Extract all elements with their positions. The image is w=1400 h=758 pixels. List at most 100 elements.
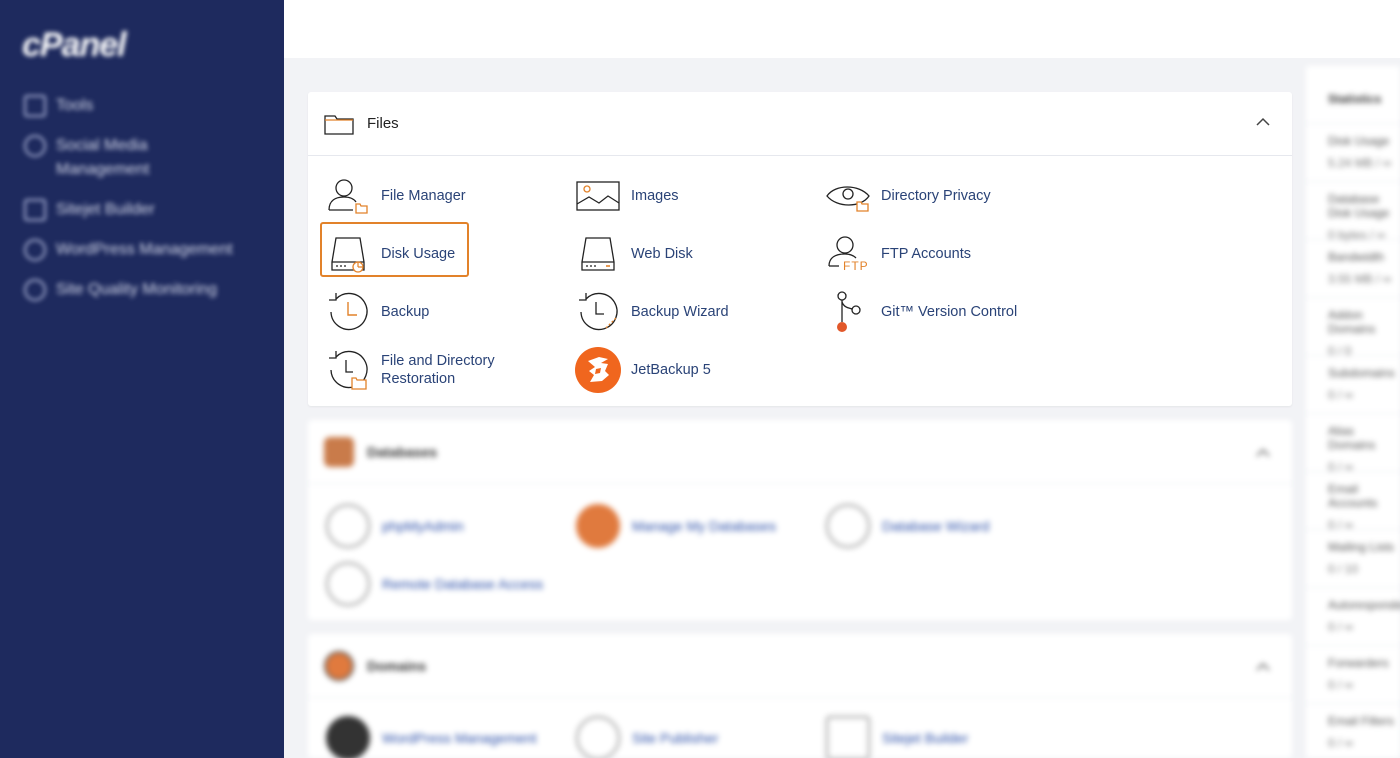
databases-panel: Databases phpMyAdmin Manage My Databases… (308, 420, 1292, 620)
directory-privacy-icon (826, 186, 870, 212)
chevron-up-icon[interactable] (1256, 448, 1270, 458)
files-panel: Files File Manager Images Directory Priv… (308, 92, 1292, 406)
sitejet-icon (24, 199, 46, 221)
site-publisher-icon (576, 716, 620, 758)
web-disk-icon (581, 237, 615, 271)
statistics-title: Statistics (1328, 92, 1382, 106)
web-disk-label: Web Disk (631, 246, 693, 262)
file-manager-icon (328, 179, 368, 214)
stat-value: 3.55 MB / ∞ (1328, 272, 1392, 286)
stat-row: Disk Usage 5.24 MB / ∞ (1306, 124, 1400, 182)
ftp-accounts-label: FTP Accounts (881, 246, 971, 262)
wordpress-icon (326, 716, 370, 758)
phpmyadmin-icon (326, 504, 370, 548)
domains-icon (324, 650, 354, 681)
manage-databases-icon (576, 504, 620, 548)
git-icon (837, 291, 861, 332)
manage-databases-link[interactable]: Manage My Databases (576, 504, 776, 548)
backup-link[interactable]: Backup (324, 288, 429, 336)
stat-label: Autoresponders (1328, 598, 1400, 612)
jetbackup-link[interactable]: JetBackup 5 (574, 346, 711, 394)
cpanel-logo[interactable]: cPanel (22, 26, 127, 65)
sidebar-item-label: Tools (56, 97, 94, 114)
folder-icon (324, 114, 354, 135)
disk-usage-link[interactable]: Disk Usage (324, 230, 455, 278)
stat-label: Forwarders (1328, 656, 1389, 670)
file-directory-restoration-link[interactable]: File and Directory Restoration (324, 346, 511, 394)
file-directory-restoration-label: File and Directory Restoration (381, 353, 495, 387)
backup-wizard-icon (579, 292, 618, 331)
stat-label: Mailing Lists (1328, 540, 1395, 554)
stat-label: Alias Domains (1328, 424, 1376, 452)
stat-row: Autoresponders 0 / ∞ (1306, 588, 1400, 646)
domains-panel-header[interactable]: Domains (308, 634, 1292, 698)
images-label: Images (631, 188, 679, 204)
sitejet-builder-icon (826, 716, 870, 758)
stat-value: 0 / ∞ (1328, 620, 1354, 634)
stat-value: 0 / ∞ (1328, 736, 1354, 750)
databases-panel-title: Databases (367, 443, 438, 460)
database-wizard-link[interactable]: Database Wizard (826, 504, 989, 548)
files-panel-header[interactable]: Files (308, 92, 1292, 156)
wordpress-management-link[interactable]: WordPress Management (326, 716, 537, 758)
git-version-control-link[interactable]: Git™ Version Control (824, 288, 1017, 336)
stat-row: Mailing Lists 0 / 10 (1306, 530, 1400, 588)
jetbackup-icon (575, 347, 621, 393)
stat-label: Email Filters (1328, 714, 1395, 728)
files-panel-title: Files (367, 115, 399, 132)
backup-icon (329, 292, 368, 331)
database-wizard-label: Database Wizard (882, 518, 990, 534)
sidebar-item-tools[interactable]: Tools (24, 94, 233, 118)
sitejet-builder-link[interactable]: Sitejet Builder (826, 716, 968, 758)
site-publisher-link[interactable]: Site Publisher (576, 716, 718, 758)
sidebar-item-wordpress[interactable]: WordPress Management (24, 238, 233, 262)
ftp-accounts-link[interactable]: FTP FTP Accounts (824, 230, 971, 278)
phpmyadmin-label: phpMyAdmin (382, 518, 464, 534)
main-content: Files File Manager Images Directory Priv… (308, 92, 1292, 406)
site-quality-icon (24, 279, 46, 301)
database-icon (324, 436, 354, 467)
sidebar: cPanel Tools Social Media Management Sit… (0, 0, 284, 758)
stat-row: Email Filters 0 / ∞ (1306, 704, 1400, 758)
chevron-up-icon[interactable] (1256, 117, 1270, 127)
stat-label: Addon Domains (1328, 308, 1376, 336)
stat-row: Alias Domains 0 / ∞ (1306, 414, 1400, 474)
backup-wizard-link[interactable]: Backup Wizard (574, 288, 729, 336)
restoration-icon (329, 350, 368, 390)
database-wizard-icon (826, 504, 870, 548)
images-link[interactable]: Images (574, 172, 679, 220)
directory-privacy-label: Directory Privacy (881, 188, 991, 204)
remote-database-icon (326, 562, 370, 606)
domains-panel: Domains WordPress Management Site Publis… (308, 634, 1292, 758)
statistics-header: Statistics (1306, 66, 1400, 124)
stat-row: Forwarders 0 / ∞ (1306, 646, 1400, 704)
sidebar-item-label: Site Quality Monitoring (56, 281, 217, 298)
sidebar-item-social-media[interactable]: Social Media Management (24, 134, 184, 182)
sidebar-item-label: Sitejet Builder (56, 201, 155, 218)
file-manager-label: File Manager (381, 188, 466, 204)
sidebar-item-label: Social Media Management (56, 137, 150, 178)
remote-database-link[interactable]: Remote Database Access (326, 562, 543, 606)
remote-database-label: Remote Database Access (382, 576, 544, 592)
stat-row: Bandwidth 3.55 MB / ∞ (1306, 240, 1400, 298)
chevron-up-icon[interactable] (1256, 662, 1270, 672)
stat-label: Disk Usage (1328, 134, 1390, 148)
top-header (284, 0, 1400, 58)
manage-databases-label: Manage My Databases (632, 518, 776, 534)
wordpress-management-label: WordPress Management (382, 730, 537, 746)
statistics-panel: Statistics Disk Usage 5.24 MB / ∞ Databas… (1306, 66, 1400, 758)
web-disk-link[interactable]: Web Disk (574, 230, 693, 278)
files-grid: File Manager Images Directory Privacy Di… (308, 156, 1292, 406)
wordpress-icon (24, 239, 46, 261)
sidebar-item-site-quality[interactable]: Site Quality Monitoring (24, 278, 233, 302)
stat-row: Subdomains 0 / ∞ (1306, 356, 1400, 414)
file-manager-link[interactable]: File Manager (324, 172, 466, 220)
databases-panel-header[interactable]: Databases (308, 420, 1292, 484)
directory-privacy-link[interactable]: Directory Privacy (824, 172, 991, 220)
backup-wizard-label: Backup Wizard (631, 304, 729, 320)
phpmyadmin-link[interactable]: phpMyAdmin (326, 504, 464, 548)
social-media-icon (24, 135, 46, 157)
disk-usage-icon (331, 237, 365, 273)
sidebar-item-sitejet[interactable]: Sitejet Builder (24, 198, 233, 222)
git-version-control-label: Git™ Version Control (881, 304, 1018, 320)
